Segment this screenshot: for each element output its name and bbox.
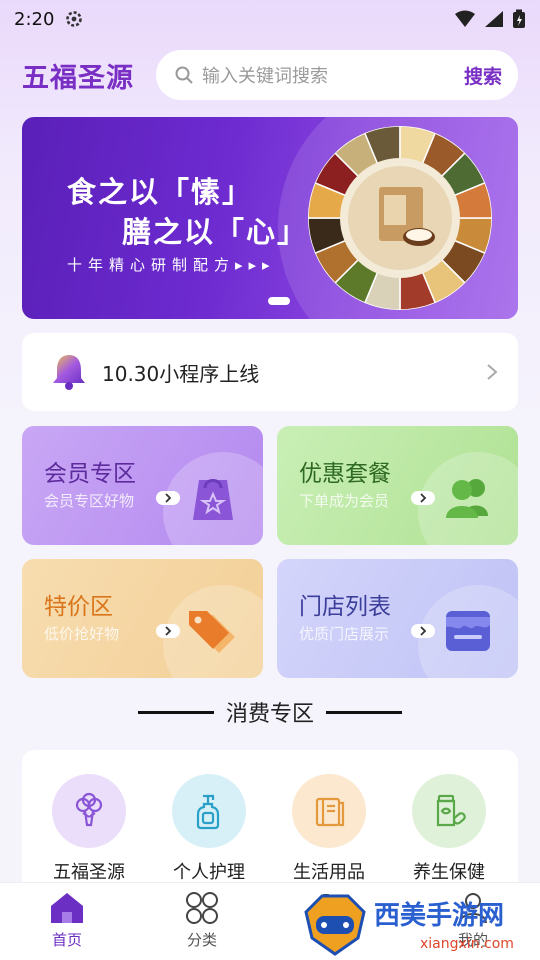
wifi-icon (455, 10, 475, 27)
card-subtitle: 低价抢好物 (44, 625, 120, 643)
card-title: 优惠套餐 (299, 461, 391, 487)
watermark-text: 西美手游网 (374, 900, 504, 931)
category-label: 养生保健 (413, 862, 485, 883)
price-tag-icon (189, 611, 235, 653)
banner-headline-2: 膳之以「心」 (122, 215, 309, 249)
battery-icon (513, 9, 525, 28)
shopping-bag-icon (193, 479, 233, 520)
grid-icon (186, 892, 218, 924)
signal-icon (485, 11, 503, 27)
card-arrow-button[interactable] (411, 624, 435, 638)
card-subtitle: 优质门店展示 (299, 625, 390, 643)
category-icon-bg (172, 774, 246, 848)
category-label: 个人护理 (173, 862, 245, 883)
search-bar[interactable]: 输入关键词搜索 搜索 (156, 50, 518, 100)
category-icon-bg (52, 774, 126, 848)
watermark-url: xiangxin.com (420, 936, 514, 952)
search-input[interactable]: 输入关键词搜索 (202, 62, 464, 88)
card-arrow-button[interactable] (156, 624, 180, 638)
chevron-right-icon (487, 364, 498, 380)
promo-banner[interactable]: 食之以「愫」 膳之以「心」 十年精心研制配方▸▸▸ (22, 117, 518, 319)
category-item-personal-care[interactable]: 个人护理 (154, 774, 264, 884)
card-title: 会员专区 (44, 461, 136, 487)
supplement-jar-icon (436, 794, 466, 827)
card-subtitle: 会员专区好物 (44, 492, 135, 510)
users-icon (446, 479, 488, 518)
broccoli-icon (75, 792, 103, 827)
bell-icon (53, 355, 85, 390)
pump-bottle-icon (196, 794, 220, 830)
category-panel: 五福圣源 个人护理 生活用品 养生保健 (22, 750, 518, 900)
tab-label: 首页 (51, 931, 82, 949)
banner-headline-1: 食之以「愫」 (67, 175, 254, 209)
announcement-text: 10.30小程序上线 (102, 361, 260, 386)
search-icon (175, 66, 193, 84)
category-icon-bg (292, 774, 366, 848)
watermark-logo: 西美手游网 xiangxin.com (304, 894, 514, 956)
chevron-right-icon (420, 493, 427, 503)
card-store-list[interactable]: 门店列表 优质门店展示 (277, 559, 518, 678)
book-icon (315, 797, 345, 827)
section-title: 消费专区 (225, 702, 314, 727)
category-item-daily-goods[interactable]: 生活用品 (274, 774, 384, 884)
category-item-wufu[interactable]: 五福圣源 (34, 774, 144, 884)
header: 五福圣源 输入关键词搜索 搜索 (22, 50, 518, 100)
category-item-health[interactable]: 养生保健 (394, 774, 504, 884)
card-discount-package[interactable]: 优惠套餐 下单成为会员 (277, 426, 518, 545)
card-arrow-button[interactable] (411, 491, 435, 505)
card-title: 特价区 (44, 594, 113, 620)
category-label: 五福圣源 (53, 862, 125, 883)
announcement-bar[interactable]: 10.30小程序上线 (22, 333, 518, 411)
card-member-zone[interactable]: 会员专区 会员专区好物 (22, 426, 263, 545)
card-special-price[interactable]: 特价区 低价抢好物 (22, 559, 263, 678)
home-icon (51, 893, 83, 923)
grain-wheel-image (308, 126, 492, 310)
card-subtitle: 下单成为会员 (299, 492, 390, 510)
tab-category[interactable]: 分类 (152, 891, 252, 950)
brand-logo-text: 五福圣源 (22, 62, 134, 94)
store-icon (446, 611, 490, 651)
status-time: 2:20 (14, 8, 55, 30)
divider-right (326, 710, 402, 714)
divider-left (137, 710, 214, 714)
status-bar: 2:20 (0, 0, 540, 38)
carousel-indicator[interactable] (268, 297, 290, 305)
chevron-right-icon (165, 626, 172, 636)
card-arrow-button[interactable] (156, 491, 180, 505)
chevron-right-icon (165, 493, 172, 503)
gear-icon (66, 11, 83, 27)
section-heading: 消费专区 (0, 696, 540, 728)
tab-home[interactable]: 首页 (17, 891, 117, 950)
card-title: 门店列表 (299, 594, 391, 620)
tab-label: 分类 (186, 931, 217, 949)
search-button[interactable]: 搜索 (464, 62, 502, 89)
banner-tagline: 十年精心研制配方▸▸▸ (67, 256, 276, 274)
category-icon-bg (412, 774, 486, 848)
category-label: 生活用品 (293, 862, 365, 883)
chevron-right-icon (420, 626, 427, 636)
